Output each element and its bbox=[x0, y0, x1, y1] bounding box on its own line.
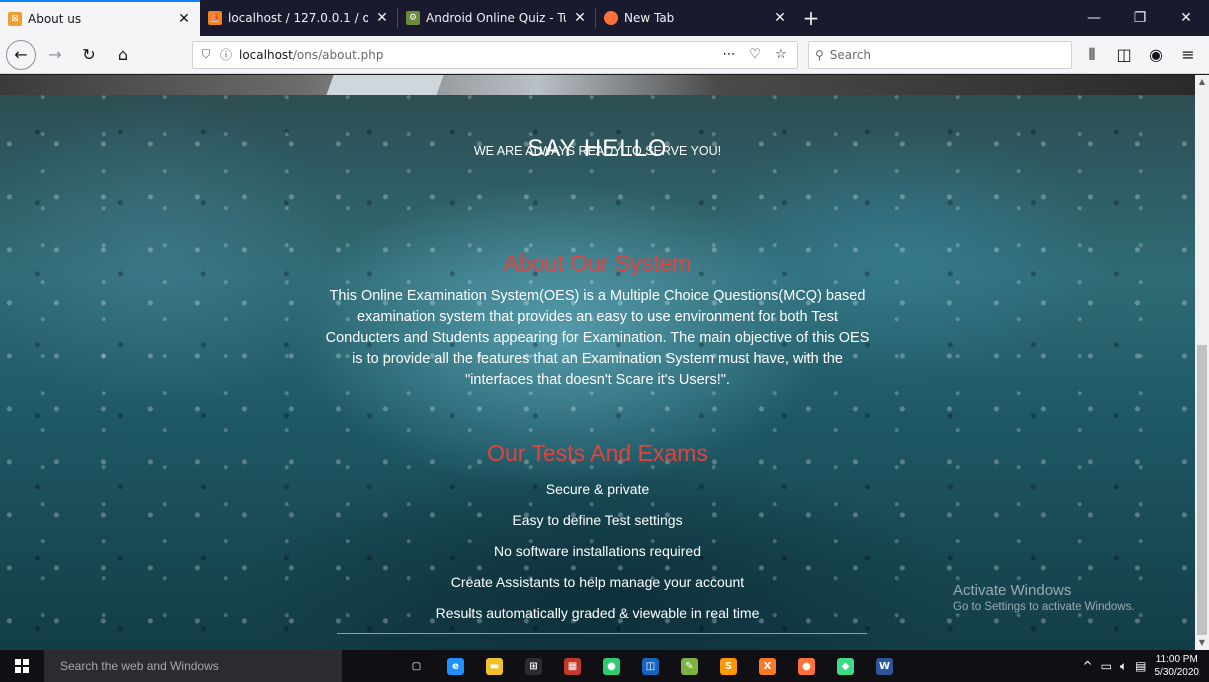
taskbar-app[interactable]: e bbox=[436, 650, 475, 682]
ready-subheading: WE ARE ALWAYS READY TO SERVE YOU! bbox=[473, 144, 722, 158]
about-description: This Online Examination System(OES) is a… bbox=[325, 288, 870, 388]
back-button[interactable]: ← bbox=[6, 39, 36, 70]
network-icon[interactable]: ▭ bbox=[1101, 659, 1112, 673]
window-controls: — ❐ ✕ bbox=[1071, 0, 1209, 36]
taskbar-clock[interactable]: 11:00 PM 5/30/2020 bbox=[1155, 653, 1200, 679]
tab-title: Android Online Quiz - Tutorial bbox=[426, 11, 566, 25]
sublime-icon: S bbox=[720, 657, 737, 675]
page-content: SAY HELLO WE ARE ALWAYS READY TO SERVE Y… bbox=[0, 75, 1195, 650]
window-close-button[interactable]: ✕ bbox=[1163, 0, 1209, 36]
url-bar[interactable]: ⛉ ⓘ localhost/ons/about.php ⋯ ♡ ☆ bbox=[192, 40, 798, 69]
tab-bar: ⊠ About us ✕ ⛵ localhost / 127.0.0.1 / o… bbox=[0, 0, 1209, 36]
notification-icon[interactable]: ▤ bbox=[1135, 659, 1146, 673]
system-tray: ^ ▭ 🔈︎ ▤ 11:00 PM 5/30/2020 bbox=[1083, 653, 1209, 679]
chevron-up-icon[interactable]: ^ bbox=[1083, 659, 1093, 673]
sidebar-icon[interactable]: ◫ bbox=[1109, 40, 1139, 70]
tests-heading: Our Tests And Exams bbox=[487, 440, 708, 466]
activate-windows-watermark: Activate Windows Go to Settings to activ… bbox=[953, 582, 1135, 613]
taskbar-app[interactable]: W bbox=[865, 650, 904, 682]
search-icon: ⚲ bbox=[815, 47, 824, 62]
scroll-down-icon[interactable]: ▼ bbox=[1195, 636, 1209, 650]
word-icon: W bbox=[876, 657, 893, 675]
oes-favicon-icon: ⊠ bbox=[8, 12, 22, 26]
close-icon[interactable]: ✕ bbox=[374, 10, 390, 26]
minimize-button[interactable]: — bbox=[1071, 0, 1117, 36]
list-item: No software installations required bbox=[494, 543, 701, 559]
home-button[interactable]: ⌂ bbox=[108, 40, 138, 70]
taskbar-app[interactable]: ▬ bbox=[475, 650, 514, 682]
tab-title: New Tab bbox=[624, 11, 675, 25]
menu-icon[interactable]: ≡ bbox=[1173, 40, 1203, 70]
volume-icon[interactable]: 🔈︎ bbox=[1120, 659, 1127, 674]
app-tiles-icon: ▦ bbox=[564, 657, 581, 675]
search-bar[interactable]: ⚲ Search bbox=[808, 40, 1072, 69]
taskbar-app[interactable]: ◫ bbox=[631, 650, 670, 682]
firefox-favicon-icon bbox=[604, 11, 618, 25]
forward-button[interactable]: → bbox=[40, 40, 70, 70]
scroll-thumb[interactable] bbox=[1197, 345, 1207, 635]
tab-new-tab[interactable]: New Tab ✕ bbox=[596, 0, 796, 36]
tab-title: About us bbox=[28, 12, 82, 26]
notepad-icon: ✎ bbox=[681, 657, 698, 675]
hero-image bbox=[0, 75, 1195, 95]
taskbar-app[interactable]: X bbox=[748, 650, 787, 682]
taskbar-app[interactable]: S bbox=[709, 650, 748, 682]
xampp-icon: X bbox=[759, 657, 776, 675]
tutorial-favicon-icon: ⚙ bbox=[406, 11, 420, 25]
taskbar-app[interactable]: ✎ bbox=[670, 650, 709, 682]
info-icon[interactable]: ⓘ bbox=[219, 46, 233, 63]
android-studio-icon: ◆ bbox=[837, 657, 854, 675]
tab-about-us[interactable]: ⊠ About us ✕ bbox=[0, 0, 200, 36]
taskbar-apps: ▢ e ▬ ⊞ ▦ ● ◫ ✎ S X ● ◆ W bbox=[397, 650, 904, 682]
taskbar-app[interactable]: ● bbox=[787, 650, 826, 682]
close-icon[interactable]: ✕ bbox=[176, 11, 192, 27]
tracking-shield-icon[interactable]: ⛉ bbox=[199, 47, 213, 62]
store-icon: ⊞ bbox=[525, 657, 542, 675]
edge-icon: e bbox=[447, 657, 464, 675]
taskbar-app[interactable]: ⊞ bbox=[514, 650, 553, 682]
page-actions-icon[interactable]: ⋯ bbox=[719, 47, 739, 62]
new-tab-button[interactable]: + bbox=[796, 0, 826, 36]
url-text[interactable]: localhost/ons/about.php bbox=[239, 48, 713, 62]
list-item: Easy to define Test settings bbox=[512, 512, 683, 528]
library-icon[interactable]: ⫴ bbox=[1077, 40, 1107, 70]
taskbar-app[interactable]: ◆ bbox=[826, 650, 865, 682]
windows-logo-icon bbox=[15, 659, 29, 673]
list-item: Secure & private bbox=[545, 481, 650, 497]
start-button[interactable] bbox=[0, 650, 44, 682]
divider bbox=[337, 633, 867, 634]
file-explorer-icon: ▬ bbox=[486, 657, 503, 675]
tab-android-quiz[interactable]: ⚙ Android Online Quiz - Tutorial ✕ bbox=[398, 0, 596, 36]
close-icon[interactable]: ✕ bbox=[772, 10, 788, 26]
account-icon[interactable]: ◉ bbox=[1141, 40, 1171, 70]
firefox-icon: ● bbox=[798, 657, 815, 675]
taskbar-app[interactable]: ▢ bbox=[397, 650, 436, 682]
taskbar-search-input[interactable]: Search the web and Windows bbox=[44, 650, 342, 682]
phpmyadmin-favicon-icon: ⛵ bbox=[208, 11, 222, 25]
about-heading: About Our System bbox=[503, 250, 692, 276]
toolbar-icons: ⫴ ◫ ◉ ≡ bbox=[1077, 40, 1203, 70]
task-view-icon: ▢ bbox=[408, 657, 425, 675]
pocket-icon[interactable]: ♡ bbox=[745, 47, 765, 62]
scroll-up-icon[interactable]: ▲ bbox=[1195, 75, 1209, 89]
tab-title: localhost / 127.0.0.1 / online_q bbox=[228, 11, 368, 25]
restore-button[interactable]: ❐ bbox=[1117, 0, 1163, 36]
page-scrollbar[interactable]: ▲ ▼ bbox=[1195, 75, 1209, 650]
windows-taskbar: Search the web and Windows ▢ e ▬ ⊞ ▦ ● ◫ ✎ S X ● ◆ W… bbox=[0, 650, 1209, 682]
tab-phpmyadmin[interactable]: ⛵ localhost / 127.0.0.1 / online_q ✕ bbox=[200, 0, 398, 36]
search-input[interactable]: Search bbox=[830, 48, 871, 62]
maps-icon: ● bbox=[603, 657, 620, 675]
close-icon[interactable]: ✕ bbox=[572, 10, 588, 26]
taskbar-app[interactable]: ● bbox=[592, 650, 631, 682]
reload-button[interactable]: ↻ bbox=[74, 40, 104, 70]
taskbar-app[interactable]: ▦ bbox=[553, 650, 592, 682]
bookmark-star-icon[interactable]: ☆ bbox=[771, 47, 791, 62]
navigation-toolbar: ← → ↻ ⌂ ⛉ ⓘ localhost/ons/about.php ⋯ ♡ … bbox=[0, 36, 1209, 74]
app-blue-icon: ◫ bbox=[642, 657, 659, 675]
